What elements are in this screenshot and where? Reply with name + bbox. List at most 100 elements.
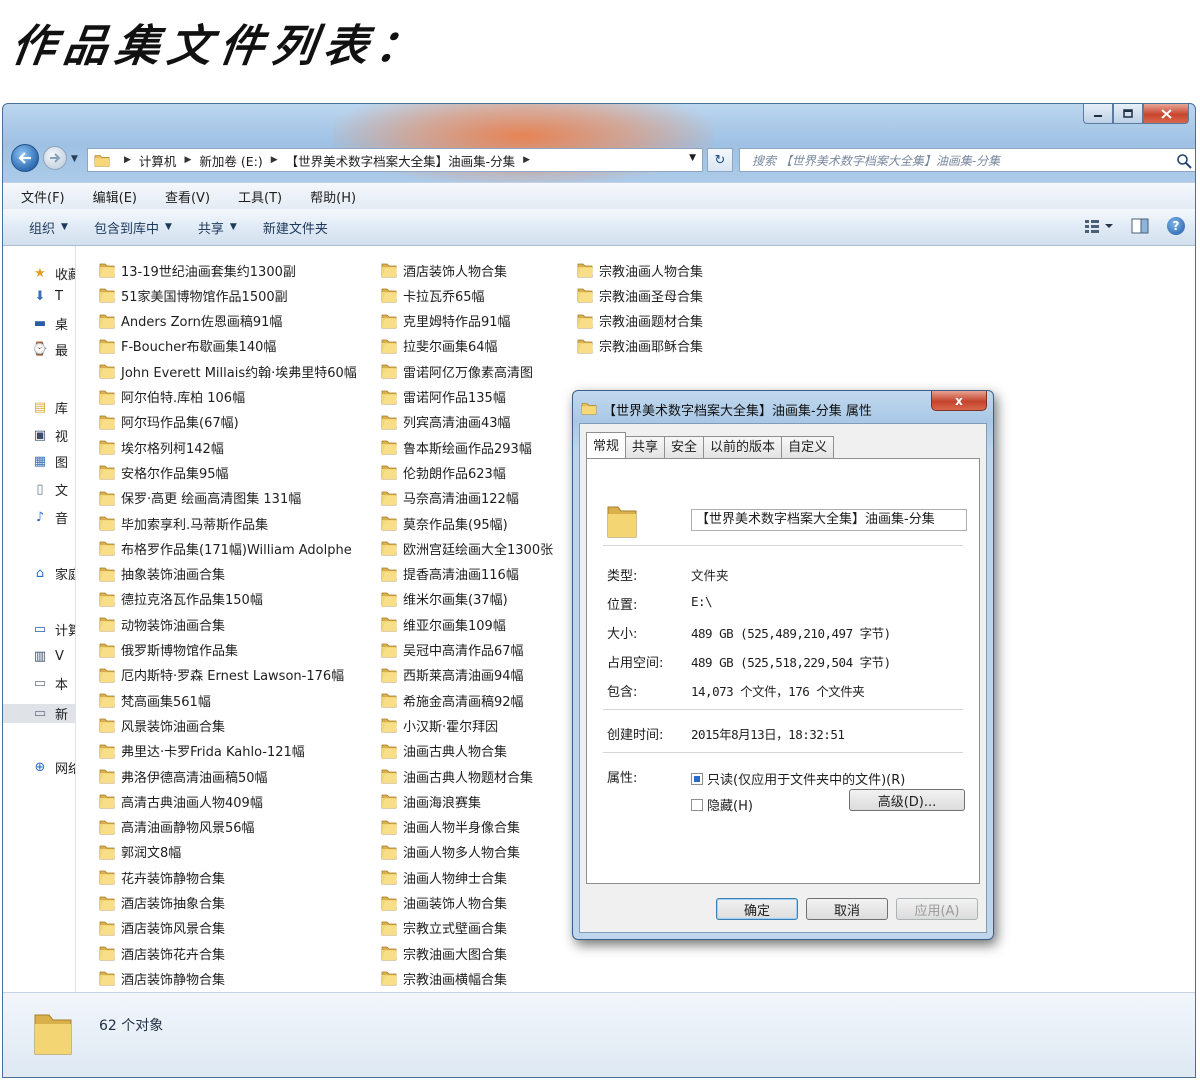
folder-item[interactable]: 欧洲宫廷绘画大全1300张: [380, 538, 553, 558]
folder-item[interactable]: 西斯莱高清油画94幅: [380, 665, 524, 685]
folder-item[interactable]: Anders Zorn佐恩画稿91幅: [98, 311, 282, 331]
nav-item[interactable]: ▤ 库: [31, 398, 68, 417]
dialog-close-button[interactable]: x: [931, 391, 987, 411]
folder-item[interactable]: 油画人物半身像合集: [380, 817, 520, 837]
close-button[interactable]: [1143, 104, 1189, 124]
nav-item[interactable]: ▦ 图: [31, 452, 68, 471]
folder-item[interactable]: 油画古典人物合集: [380, 741, 507, 761]
folder-item[interactable]: 油画装饰人物合集: [380, 893, 507, 913]
nav-item[interactable]: ▥ V: [31, 648, 64, 664]
folder-item[interactable]: 德拉克洛瓦作品集150幅: [98, 589, 263, 609]
folder-item[interactable]: 维米尔画集(37幅): [380, 589, 508, 609]
folder-item[interactable]: 郭润文8幅: [98, 842, 181, 862]
search-icon[interactable]: [1176, 153, 1192, 169]
folder-item[interactable]: 莫奈作品集(95幅): [380, 513, 508, 533]
folder-item[interactable]: 提香高清油画116幅: [380, 564, 519, 584]
nav-item[interactable]: ♪ 音: [31, 508, 68, 527]
back-button[interactable]: [11, 144, 39, 172]
readonly-checkbox[interactable]: [691, 772, 703, 785]
folder-item[interactable]: 梵高画集561幅: [98, 690, 211, 710]
menu-help[interactable]: 帮助(H): [310, 187, 356, 206]
folder-item[interactable]: 克里姆特作品91幅: [380, 311, 511, 331]
nav-item[interactable]: ▯ 文: [31, 480, 68, 499]
folder-item[interactable]: 宗教立式壁画合集: [380, 918, 507, 938]
folder-item[interactable]: 风景装饰油画合集: [98, 715, 225, 735]
tab-security[interactable]: 安全: [664, 436, 705, 458]
nav-item[interactable]: ▭ 新: [3, 704, 75, 723]
folder-item[interactable]: 保罗·高更 绘画高清图集 131幅: [98, 488, 301, 508]
folder-item[interactable]: 酒店装饰抽象合集: [98, 893, 225, 913]
hidden-checkbox[interactable]: [691, 798, 703, 811]
tab-previous-versions[interactable]: 以前的版本: [703, 436, 783, 458]
folder-item[interactable]: 抽象装饰油画合集: [98, 564, 225, 584]
folder-item[interactable]: 油画海浪赛集: [380, 791, 481, 811]
breadcrumb-drive[interactable]: 新加卷 (E:): [199, 151, 262, 170]
ok-button[interactable]: 确定: [716, 898, 798, 920]
help-icon[interactable]: ?: [1167, 217, 1185, 235]
include-in-library-button[interactable]: 包含到库中 ▼: [94, 218, 172, 237]
history-dropdown-icon[interactable]: ▼: [71, 154, 78, 164]
folder-item[interactable]: 弗洛伊德高清油画稿50幅: [98, 766, 268, 786]
folder-item[interactable]: 埃尔格列柯142幅: [98, 437, 224, 457]
folder-item[interactable]: 伦勃朗作品623幅: [380, 462, 506, 482]
cancel-button[interactable]: 取消: [806, 898, 888, 920]
folder-item[interactable]: 宗教油画耶稣合集: [576, 336, 703, 356]
menu-edit[interactable]: 编辑(E): [93, 187, 137, 206]
tab-sharing[interactable]: 共享: [625, 436, 666, 458]
nav-item[interactable]: ▣ 视: [31, 426, 68, 445]
folder-item[interactable]: John Everett Millais约翰·埃弗里特60幅: [98, 361, 357, 381]
folder-item[interactable]: F-Boucher布歇画集140幅: [98, 336, 276, 356]
menu-view[interactable]: 查看(V): [165, 187, 210, 206]
folder-item[interactable]: 小汉斯·霍尔拜因: [380, 715, 498, 735]
nav-item[interactable]: ▭ 本: [31, 674, 68, 693]
nav-item[interactable]: ▬ 桌: [31, 314, 68, 333]
minimize-button[interactable]: [1083, 104, 1113, 124]
readonly-option[interactable]: 只读(仅应用于文件夹中的文件)(R): [691, 769, 905, 788]
folder-item[interactable]: 布格罗作品集(171幅)William Adolphe: [98, 538, 352, 558]
folder-item[interactable]: 马奈高清油画122幅: [380, 488, 519, 508]
folder-item[interactable]: 希施金高清画稿92幅: [380, 690, 524, 710]
folder-item[interactable]: 毕加索享利.马蒂斯作品集: [98, 513, 268, 533]
folder-item[interactable]: 列宾高清油画43幅: [380, 412, 511, 432]
folder-item[interactable]: 油画人物绅士合集: [380, 867, 507, 887]
folder-item[interactable]: 雷诺阿亿万像素高清图: [380, 361, 533, 381]
folder-item[interactable]: 卡拉瓦乔65幅: [380, 285, 485, 305]
tab-general[interactable]: 常规: [586, 432, 627, 458]
folder-item[interactable]: 弗里达·卡罗Frida Kahlo-121幅: [98, 741, 305, 761]
preview-pane-icon[interactable]: [1131, 218, 1149, 234]
search-box[interactable]: 搜索 【世界美术数字档案大全集】油画集-分集: [739, 148, 1195, 172]
folder-item[interactable]: 高清油画静物风景56幅: [98, 817, 255, 837]
folder-item[interactable]: 吴冠中高清作品67幅: [380, 640, 524, 660]
folder-item[interactable]: 酒店装饰人物合集: [380, 260, 507, 280]
folder-item[interactable]: 雷诺阿作品135幅: [380, 387, 506, 407]
nav-item[interactable]: ⬇ T: [31, 288, 63, 304]
hidden-option[interactable]: 隐藏(H): [691, 795, 753, 814]
folder-item[interactable]: 油画古典人物题材合集: [380, 766, 533, 786]
nav-item[interactable]: ★ 收藏: [31, 264, 75, 283]
folder-item[interactable]: 维亚尔画集109幅: [380, 614, 506, 634]
nav-item[interactable]: ⌚ 最: [31, 340, 68, 359]
address-dropdown-icon[interactable]: ▼: [689, 153, 696, 163]
folder-item[interactable]: 俄罗斯博物馆作品集: [98, 640, 238, 660]
view-options-icon[interactable]: [1085, 219, 1113, 233]
folder-item[interactable]: 高清古典油画人物409幅: [98, 791, 263, 811]
folder-item[interactable]: 酒店装饰花卉合集: [98, 943, 225, 963]
folder-item[interactable]: 13-19世纪油画套集约1300副: [98, 260, 296, 280]
folder-item[interactable]: 阿尔伯特.库柏 106幅: [98, 387, 245, 407]
chevron-right-icon[interactable]: ▶: [271, 155, 278, 165]
folder-item[interactable]: 51家美国博物馆作品1500副: [98, 285, 288, 305]
folder-name-field[interactable]: 【世界美术数字档案大全集】油画集-分集: [691, 509, 967, 531]
folder-item[interactable]: 安格尔作品集95幅: [98, 462, 229, 482]
organize-button[interactable]: 组织 ▼: [29, 218, 68, 237]
chevron-right-icon[interactable]: ▶: [523, 155, 530, 165]
new-folder-button[interactable]: 新建文件夹: [263, 218, 328, 237]
folder-item[interactable]: 宗教油画大图合集: [380, 943, 507, 963]
folder-item[interactable]: 宗教油画横幅合集: [380, 968, 507, 988]
breadcrumb-computer[interactable]: 计算机: [139, 151, 177, 170]
forward-button[interactable]: [43, 146, 67, 170]
tab-customize[interactable]: 自定义: [781, 436, 835, 458]
share-button[interactable]: 共享 ▼: [198, 218, 237, 237]
folder-item[interactable]: 拉斐尔画集64幅: [380, 336, 498, 356]
nav-item[interactable]: ⌂ 家庭: [31, 564, 75, 583]
breadcrumb-current-folder[interactable]: 【世界美术数字档案大全集】油画集-分集: [286, 151, 516, 170]
